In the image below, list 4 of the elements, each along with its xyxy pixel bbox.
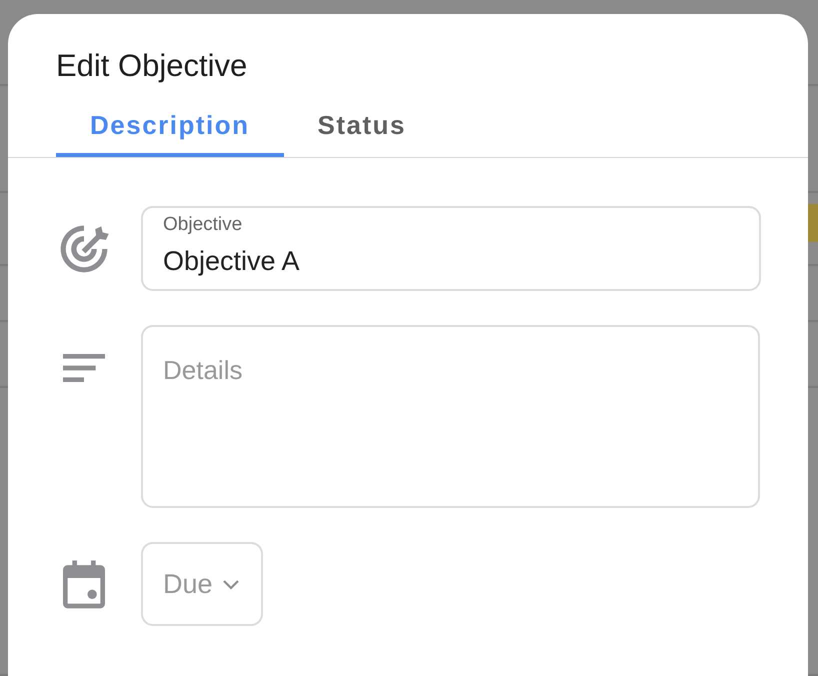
- field-label: Objective: [163, 214, 242, 236]
- details-field[interactable]: Details: [141, 325, 760, 508]
- dialog-title: Edit Objective: [55, 47, 248, 85]
- tab[interactable]: Status: [284, 110, 440, 157]
